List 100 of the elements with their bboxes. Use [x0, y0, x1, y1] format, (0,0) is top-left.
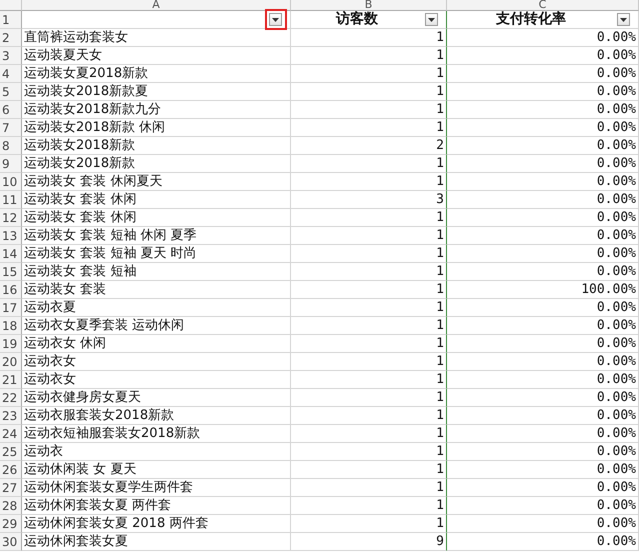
table-cell: 0.00% — [447, 227, 639, 245]
row-number[interactable]: 1 — [0, 11, 22, 29]
table-cell: 运动装女 套装 短袖 休闲 夏季 — [22, 227, 291, 245]
row-number[interactable]: 18 — [0, 317, 22, 335]
row-number[interactable]: 9 — [0, 155, 22, 173]
filter-button[interactable] — [425, 13, 438, 26]
row-number[interactable]: 11 — [0, 191, 22, 209]
table-cell: 运动休闲套装女夏 两件套 — [22, 497, 291, 515]
table-cell: 0.00% — [447, 497, 639, 515]
row-number[interactable]: 19 — [0, 335, 22, 353]
table-cell: 1 — [291, 299, 447, 317]
row-number[interactable]: 12 — [0, 209, 22, 227]
row-number[interactable]: 22 — [0, 389, 22, 407]
dropdown-icon — [620, 18, 627, 22]
table-cell: 0.00% — [447, 515, 639, 533]
row-number[interactable]: 5 — [0, 83, 22, 101]
table-cell: 运动休闲套装女夏 — [22, 533, 291, 551]
table-cell: 1 — [291, 443, 447, 461]
row-number[interactable]: 6 — [0, 101, 22, 119]
table-cell: 运动装女 套装 休闲夏天 — [22, 173, 291, 191]
table-cell: 2 — [291, 137, 447, 155]
table-cell: 运动衣短袖服套装女2018新款 — [22, 425, 291, 443]
table-cell: 运动装女 套装 短袖 — [22, 263, 291, 281]
table-cell: 1 — [291, 209, 447, 227]
row-number[interactable]: 21 — [0, 371, 22, 389]
column-header: 支付转化率 — [495, 11, 567, 28]
table-cell: 0.00% — [447, 461, 639, 479]
row-number[interactable]: 14 — [0, 245, 22, 263]
row-number[interactable]: 8 — [0, 137, 22, 155]
column-header: 访客数 — [334, 11, 379, 28]
column-letter[interactable]: C — [447, 0, 639, 11]
table-cell: 0.00% — [447, 407, 639, 425]
table-cell: 0.00% — [447, 371, 639, 389]
table-cell: 1 — [291, 371, 447, 389]
row-number[interactable]: 24 — [0, 425, 22, 443]
table-cell: 100.00% — [447, 281, 639, 299]
table-cell: 0.00% — [447, 119, 639, 137]
table-cell: 运动衣女 休闲 — [22, 335, 291, 353]
table-cell: 运动休闲套装女夏 2018 两件套 — [22, 515, 291, 533]
dropdown-icon — [272, 18, 279, 22]
table-cell: 运动衣女 — [22, 371, 291, 389]
row-number[interactable]: 28 — [0, 497, 22, 515]
table-cell: 运动装女2018新款 — [22, 137, 291, 155]
table-cell: 运动装夏天女 — [22, 47, 291, 65]
row-number[interactable]: 13 — [0, 227, 22, 245]
row-number[interactable]: 16 — [0, 281, 22, 299]
table-cell: 0.00% — [447, 191, 639, 209]
row-number[interactable]: 3 — [0, 47, 22, 65]
table-cell: 运动装女 套装 休闲 — [22, 191, 291, 209]
filter-button[interactable] — [617, 13, 630, 26]
row-number[interactable]: 23 — [0, 407, 22, 425]
table-cell: 1 — [291, 497, 447, 515]
row-number[interactable]: 29 — [0, 515, 22, 533]
table-cell: 1 — [291, 479, 447, 497]
table-cell: 运动装女 套装 休闲 — [22, 209, 291, 227]
row-number[interactable]: 4 — [0, 65, 22, 83]
table-cell: 9 — [291, 533, 447, 551]
table-cell: 运动衣夏 — [22, 299, 291, 317]
table-cell: 1 — [291, 461, 447, 479]
filter-button[interactable] — [269, 13, 282, 26]
row-number[interactable]: 10 — [0, 173, 22, 191]
table-cell: 1 — [291, 335, 447, 353]
table-cell: 运动休闲套装女夏学生两件套 — [22, 479, 291, 497]
row-number[interactable]: 7 — [0, 119, 22, 137]
table-cell: 1 — [291, 317, 447, 335]
row-number[interactable]: 30 — [0, 533, 22, 551]
table-cell: 运动装女 套装 短袖 夏天 时尚 — [22, 245, 291, 263]
table-cell: 1 — [291, 263, 447, 281]
table-cell: 1 — [291, 65, 447, 83]
table-cell: 运动衣女 — [22, 353, 291, 371]
table-cell: 0.00% — [447, 299, 639, 317]
table-cell: 运动装女 套装 — [22, 281, 291, 299]
row-number[interactable]: 26 — [0, 461, 22, 479]
row-number[interactable]: 17 — [0, 299, 22, 317]
table-cell: 0.00% — [447, 209, 639, 227]
table-cell: 1 — [291, 407, 447, 425]
table-cell: 0.00% — [447, 245, 639, 263]
table-cell: 1 — [291, 245, 447, 263]
row-number[interactable]: 2 — [0, 29, 22, 47]
table-cell: 0.00% — [447, 533, 639, 551]
table-cell: 运动休闲装 女 夏天 — [22, 461, 291, 479]
row-number[interactable]: 27 — [0, 479, 22, 497]
table-cell: 运动衣 — [22, 443, 291, 461]
table-cell: 0.00% — [447, 173, 639, 191]
table-cell: 0.00% — [447, 443, 639, 461]
dropdown-icon — [428, 18, 435, 22]
table-cell: 0.00% — [447, 335, 639, 353]
table-cell: 运动装女2018新款夏 — [22, 83, 291, 101]
table-cell: 0.00% — [447, 83, 639, 101]
row-number[interactable]: 25 — [0, 443, 22, 461]
column-letter[interactable]: A — [22, 0, 291, 11]
table-cell: 运动装女2018新款 — [22, 155, 291, 173]
column-letter[interactable]: B — [291, 0, 447, 11]
table-cell: 0.00% — [447, 263, 639, 281]
table-cell: 运动衣服套装女2018新款 — [22, 407, 291, 425]
row-number[interactable]: 15 — [0, 263, 22, 281]
table-cell: 0.00% — [447, 155, 639, 173]
table-cell: 1 — [291, 389, 447, 407]
table-cell: 0.00% — [447, 317, 639, 335]
row-number[interactable]: 20 — [0, 353, 22, 371]
